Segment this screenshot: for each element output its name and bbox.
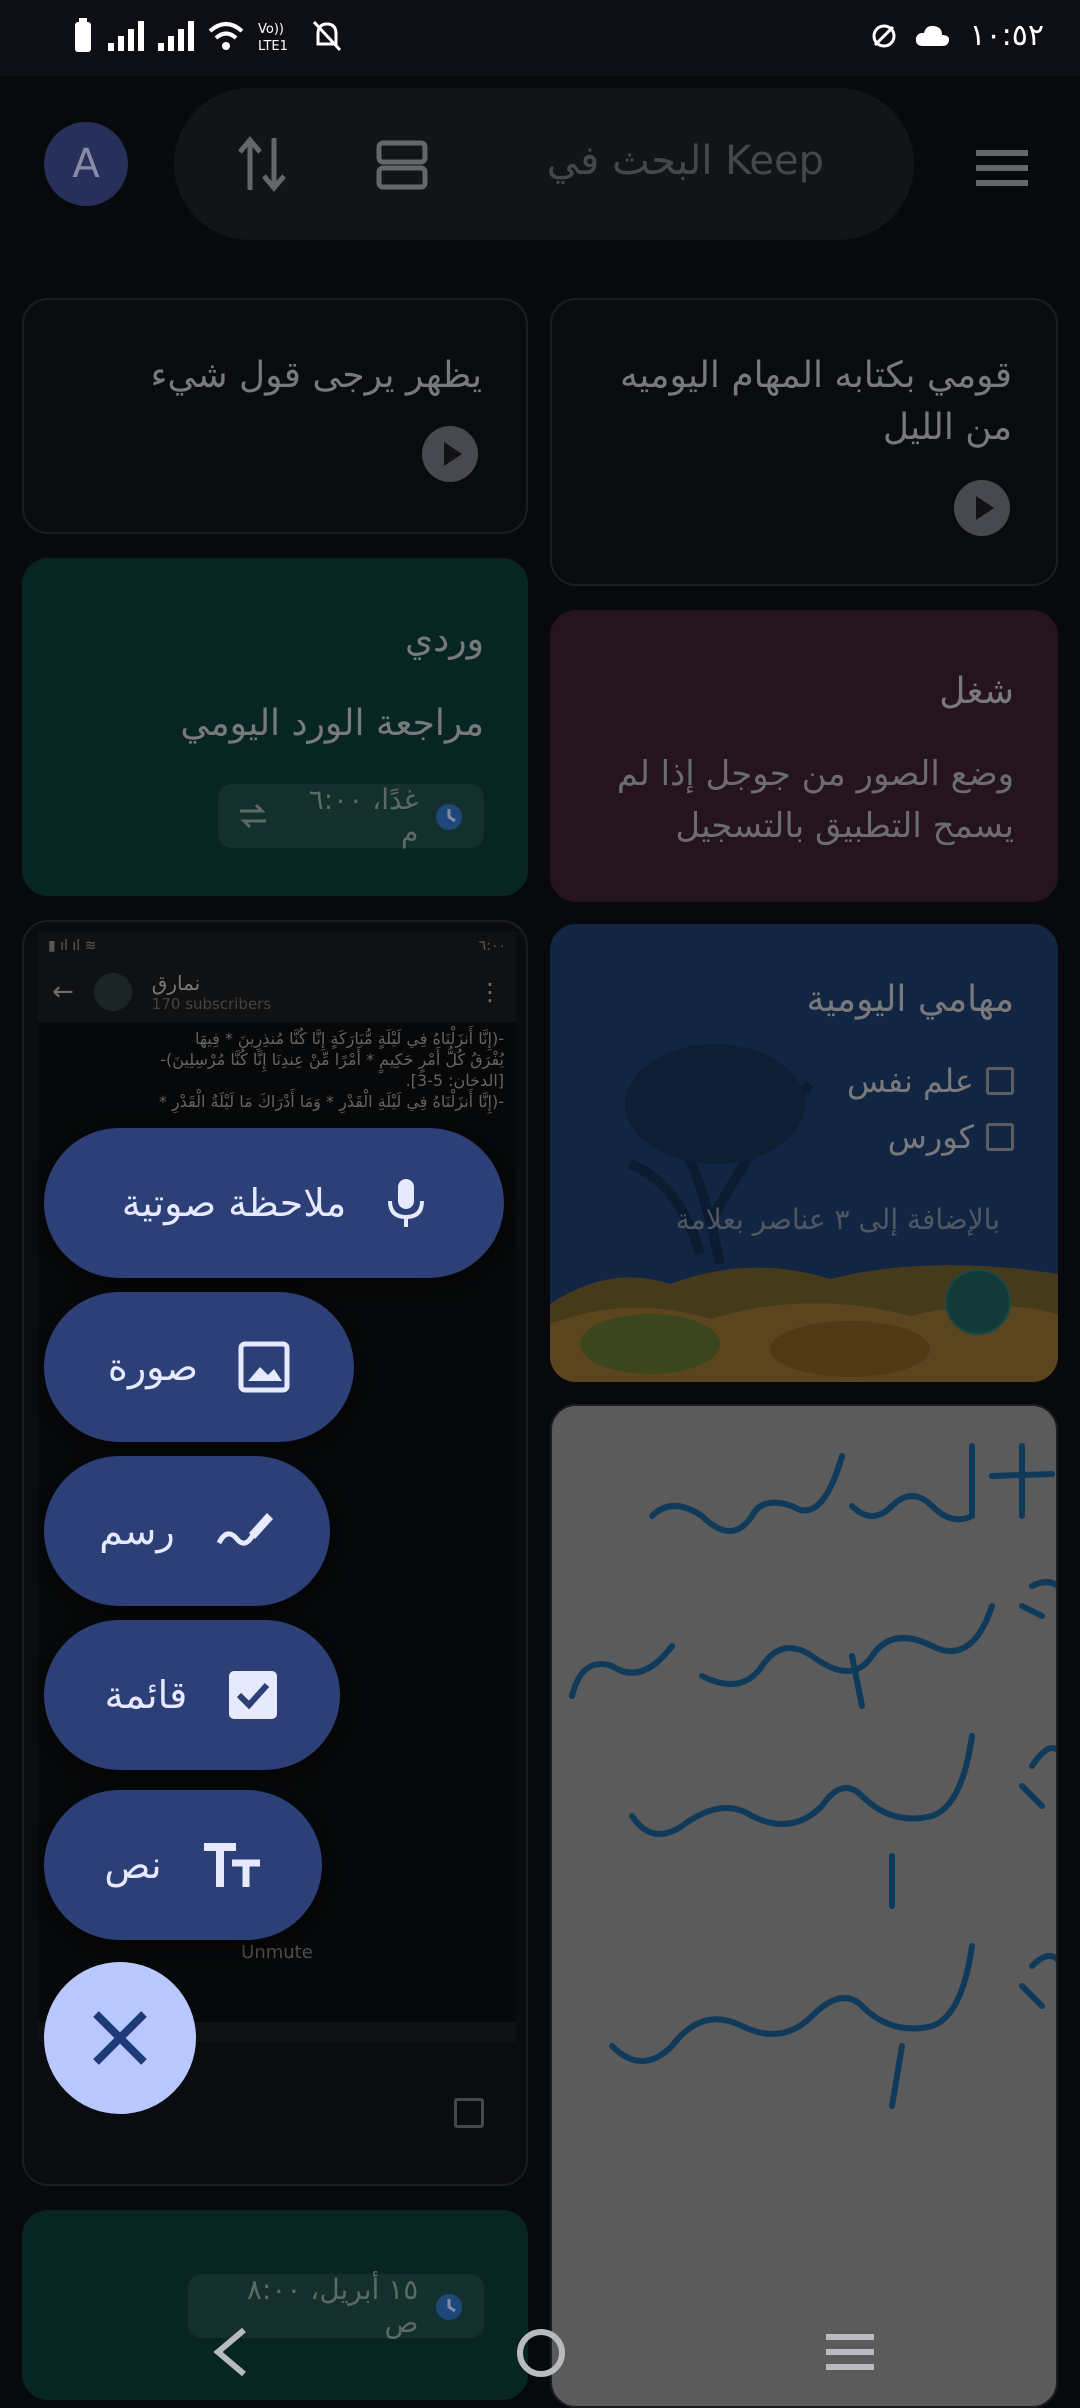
volte-icon: Vo)) LTE1 — [258, 22, 288, 53]
text-note-button[interactable]: نص — [44, 1790, 322, 1940]
data-saver-icon — [872, 24, 896, 47]
navigation-bar — [0, 2300, 1080, 2408]
signal-icon — [158, 21, 194, 51]
image-icon — [238, 1341, 290, 1393]
wifi-icon — [208, 22, 244, 50]
clock: ١٠:٥٢ — [969, 18, 1044, 53]
microphone-icon — [388, 1179, 425, 1227]
close-icon — [93, 2011, 147, 2065]
text-format-icon — [203, 1843, 260, 1887]
home-icon[interactable] — [516, 2328, 566, 2378]
mute-icon — [312, 20, 342, 52]
battery-icon — [75, 18, 91, 52]
close-fab-button[interactable] — [44, 1962, 196, 2114]
checkbox-icon — [229, 1671, 278, 1719]
drawing-note-button[interactable]: رسم — [44, 1456, 330, 1606]
signal-icon — [108, 21, 144, 51]
recents-icon[interactable] — [826, 2332, 874, 2372]
status-icons: Vo)) LTE1 — [72, 18, 342, 54]
status-right: ١٠:٥٢ — [871, 18, 1044, 53]
back-icon[interactable] — [212, 2326, 248, 2378]
keep-home-screen: { "status_bar": {"time": "١٠:٥٢", "icons… — [0, 0, 1080, 2408]
svg-text:Vo)): Vo)) — [258, 22, 284, 37]
list-note-button[interactable]: قائمة — [44, 1620, 340, 1770]
brush-icon — [216, 1513, 273, 1546]
image-note-button[interactable]: صورة — [44, 1292, 354, 1442]
svg-text:LTE1: LTE1 — [258, 39, 288, 53]
status-bar: Vo)) LTE1 ١٠:٥٢ — [0, 0, 1080, 76]
voice-note-button[interactable]: ملاحظة صوتية — [44, 1128, 504, 1278]
cloud-icon — [916, 25, 950, 46]
